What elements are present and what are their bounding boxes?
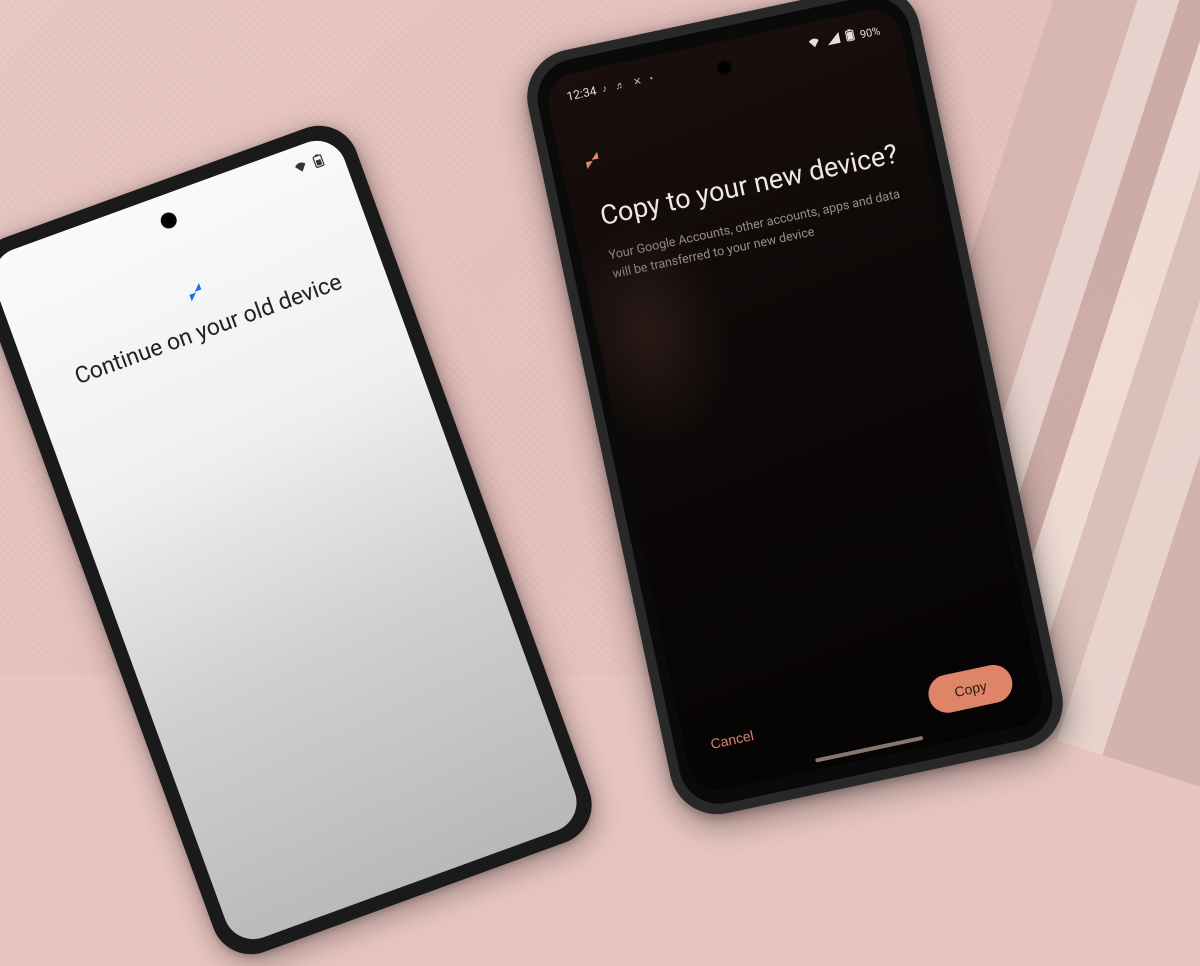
battery-icon xyxy=(311,152,326,171)
status-app-icons: ♪ ♬ ✕ • xyxy=(601,72,657,94)
transfer-icon xyxy=(587,152,597,168)
cancel-button[interactable]: Cancel xyxy=(709,727,755,752)
status-time: 12:34 xyxy=(566,84,598,104)
old-device-title: Continue on your old device xyxy=(57,263,359,395)
nav-gesture-pill[interactable] xyxy=(815,736,923,763)
signal-icon xyxy=(825,32,841,48)
wifi-icon xyxy=(806,36,823,53)
transfer-icon xyxy=(189,284,201,300)
copy-button[interactable]: Copy xyxy=(925,661,1016,716)
battery-percentage: 90% xyxy=(859,24,882,41)
wifi-icon xyxy=(292,159,311,178)
action-buttons: Cancel Copy xyxy=(707,661,1016,762)
battery-icon xyxy=(844,28,856,46)
